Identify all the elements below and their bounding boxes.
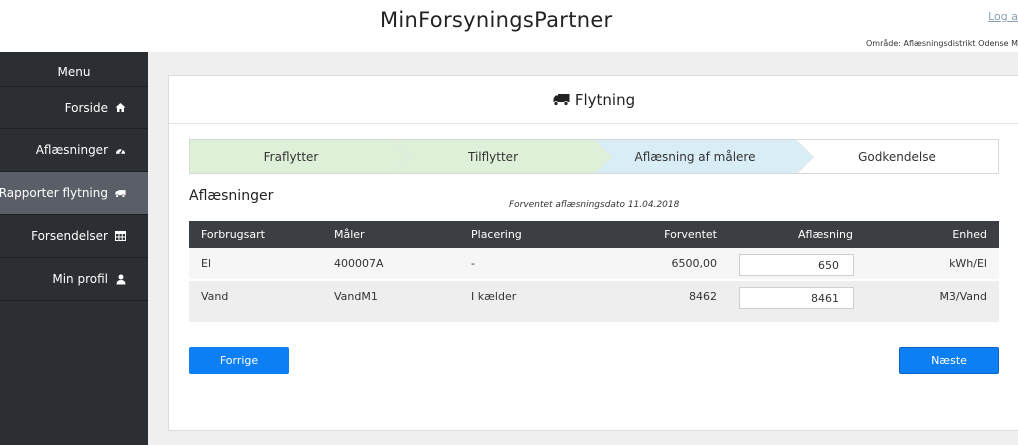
table-row: El 400007A - 6500,00 kWh/El [189,248,999,281]
progress-steps: Fraflytter Tilflytter Aflæsning af måler… [189,139,999,174]
step-aflaesning-af-maalere[interactable]: Aflæsning af målere [594,140,814,173]
cell-type: Vand [201,290,229,303]
step-label: Fraflytter [263,149,319,164]
cell-type: El [201,257,212,270]
step-fraflytter[interactable]: Fraflytter [190,140,410,173]
sidebar-item-label: Aflæsninger [35,143,108,157]
previous-button[interactable]: Forrige [189,347,289,374]
reading-input[interactable] [739,287,854,309]
sidebar-item-min-profil[interactable]: Min profil [0,258,148,301]
move-card: Flytning Fraflytter Tilflytter Aflæsning… [168,75,1018,431]
user-icon [115,274,126,285]
readings-title: Aflæsninger [189,188,274,204]
table-header: Forbrugsart Måler Placering Forventet Af… [189,221,999,248]
table-icon [115,231,126,242]
step-label: Aflæsning af målere [634,149,756,164]
sidebar: Menu Forside Aflæsninger Rapporter flytn… [0,52,148,445]
readings-table: Forbrugsart Måler Placering Forventet Af… [189,221,999,322]
reading-input[interactable] [739,254,854,276]
sidebar-item-forside[interactable]: Forside [0,86,148,129]
sidebar-item-label: Forside [64,100,108,115]
column-header: Forventet [664,228,717,241]
top-header: MinForsyningsPartner Log a Område: Aflæs… [0,0,1018,52]
menu-title: Menu [57,65,91,79]
gauge-icon [115,145,126,156]
step-tilflytter[interactable]: Tilflytter [392,140,612,173]
column-header: Måler [334,228,365,241]
column-header: Forbrugsart [201,228,265,241]
card-title: Flytning [169,76,1018,124]
sidebar-item-rapporter-flytning[interactable]: Rapporter flytning [0,172,148,215]
step-godkendelse[interactable]: Godkendelse [796,140,998,173]
column-header: Enhed [952,228,987,241]
step-label: Tilflytter [467,149,518,164]
truck-icon [553,93,570,106]
column-header: Aflæsning [798,228,853,241]
table-row: Vand VandM1 I kælder 8462 M3/Vand [189,281,999,314]
cell-unit: M3/Vand [939,290,987,303]
card-title-text: Flytning [574,90,636,109]
next-button[interactable]: Næste [899,347,999,374]
cell-location: - [471,257,475,270]
cell-meter: VandM1 [334,290,378,303]
cell-location: I kælder [471,290,517,303]
home-icon [115,102,126,113]
sidebar-item-aflaesninger[interactable]: Aflæsninger [0,129,148,172]
area-label: Område: Aflæsningsdistrikt Odense M [866,39,1018,48]
cell-meter: 400007A [334,257,384,270]
column-header: Placering [471,228,522,241]
cell-expected: 8462 [689,290,717,303]
cell-expected: 6500,00 [671,257,718,270]
sidebar-item-forsendelser[interactable]: Forsendelser [0,215,148,258]
logout-link[interactable]: Log a [988,10,1018,23]
truck-icon [115,188,126,199]
sidebar-item-label: Min profil [52,272,108,286]
sidebar-item-label: Rapporter flytning [0,186,108,200]
step-label: Godkendelse [858,149,936,164]
cell-unit: kWh/El [949,257,987,270]
expected-date: Forventet aflæsningsdato 11.04.2018 [509,200,680,210]
sidebar-item-label: Forsendelser [31,229,108,243]
app-title: MinForsyningsPartner [380,8,613,32]
